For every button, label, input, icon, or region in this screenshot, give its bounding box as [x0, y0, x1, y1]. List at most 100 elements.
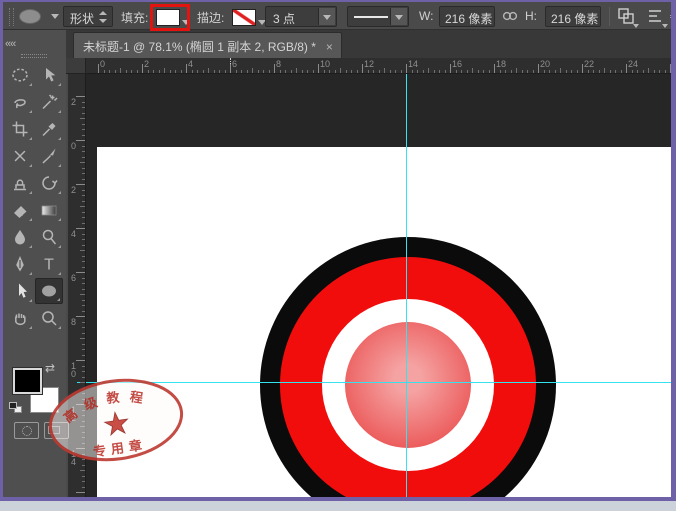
ruler-tick [82, 355, 85, 356]
height-input[interactable]: 216 像素 [545, 6, 601, 27]
ruler-tick [82, 481, 85, 482]
document-tab-bar: 未标题-1 @ 78.1% (椭圆 1 副本 2, RGB/8) *× [66, 30, 671, 58]
collapse-panel-button[interactable]: «« [5, 38, 15, 50]
ruler-label: 2 [144, 59, 149, 69]
ruler-tick [236, 70, 237, 73]
ruler-tick [82, 278, 85, 279]
ruler-tick [181, 70, 182, 73]
ruler-tick [577, 70, 578, 73]
height-value: 216 像素 [551, 12, 598, 26]
ruler-tick [148, 70, 149, 73]
width-value: 216 像素 [445, 12, 492, 26]
eraser-tool[interactable] [6, 197, 34, 223]
ruler-corner[interactable] [66, 58, 86, 74]
ruler-tick [82, 333, 85, 334]
options-bar-grip[interactable] [9, 8, 14, 26]
quick-mask-button[interactable] [14, 422, 39, 439]
window-border-right [671, 0, 676, 500]
link-dimensions-icon[interactable] [501, 8, 519, 24]
spot-healing-brush-tool[interactable] [6, 143, 34, 169]
path-alignment-button[interactable] [644, 6, 666, 27]
ellipse-tool[interactable] [35, 278, 63, 304]
ruler-tick [82, 157, 85, 158]
ruler-tick [494, 64, 495, 73]
pen-tool[interactable] [6, 251, 34, 277]
ruler-tick [208, 68, 209, 73]
zoom-tool[interactable] [35, 305, 63, 331]
horizontal-ruler[interactable]: 024681012141618202224 [86, 58, 671, 74]
ruler-tick [82, 195, 85, 196]
stroke-color-swatch[interactable] [232, 9, 256, 26]
default-colors-icon[interactable] [9, 402, 23, 414]
crop-tool[interactable] [6, 116, 34, 142]
ruler-label: 18 [496, 59, 506, 69]
ruler-tick [82, 201, 85, 202]
ruler-tick [313, 70, 314, 73]
path-operations-button[interactable] [615, 6, 637, 27]
stroke-width-field[interactable]: 3 点 [265, 6, 337, 27]
swap-colors-icon[interactable]: ⇄ [45, 361, 55, 375]
tools-panel-grip[interactable] [21, 54, 47, 58]
width-input[interactable]: 216 像素 [439, 6, 495, 27]
stroke-style-select[interactable] [347, 6, 409, 27]
active-document-tab[interactable]: 未标题-1 @ 78.1% (椭圆 1 副本 2, RGB/8) *× [73, 32, 342, 58]
ruler-tick [346, 70, 347, 73]
svg-text:T: T [44, 257, 54, 274]
ruler-tick [483, 70, 484, 73]
ruler-tick [456, 70, 457, 73]
ruler-tick [390, 70, 391, 73]
gradient-tool[interactable] [35, 197, 63, 223]
ruler-tick [604, 68, 605, 73]
ruler-tick [395, 70, 396, 73]
ruler-tick [621, 70, 622, 73]
ruler-tick [241, 70, 242, 73]
ruler-tick [82, 377, 85, 378]
no-color-icon [233, 10, 255, 25]
hand-tool[interactable] [6, 305, 34, 331]
ruler-tick [588, 70, 589, 73]
tool-preset-dropdown-icon[interactable] [51, 14, 59, 19]
ruler-tick [82, 151, 85, 152]
clone-stamp-tool[interactable] [6, 170, 34, 196]
window-border-left [0, 0, 3, 500]
pick-tool-mode-select[interactable]: 形状 [63, 6, 113, 27]
ruler-tick [445, 70, 446, 73]
ruler-tick [648, 68, 649, 73]
ruler-tick [566, 70, 567, 73]
ruler-label: 2 [71, 186, 76, 194]
ruler-tick [126, 70, 127, 73]
magic-wand-tool[interactable] [35, 89, 63, 115]
ruler-tick [522, 70, 523, 73]
ruler-tick [131, 70, 132, 73]
ruler-tick [615, 70, 616, 73]
eyedropper-tool[interactable] [35, 116, 63, 142]
type-tool[interactable]: T [35, 251, 63, 277]
tools-grid: T [6, 62, 64, 332]
tab-close-button[interactable]: × [326, 40, 333, 54]
foreground-color-swatch[interactable] [13, 368, 42, 394]
history-brush-tool[interactable] [35, 170, 63, 196]
ruler-tick [80, 470, 85, 471]
brush-tool[interactable] [35, 143, 63, 169]
dodge-tool[interactable] [35, 224, 63, 250]
ruler-tick [82, 322, 85, 323]
ruler-tick [120, 68, 121, 73]
elliptical-marquee-tool[interactable] [6, 62, 34, 88]
ruler-tick [82, 102, 85, 103]
path-selection-tool[interactable] [6, 278, 34, 304]
ruler-tick [82, 234, 85, 235]
ruler-tick [186, 64, 187, 73]
vertical-guide[interactable] [406, 74, 407, 497]
stroke-style-dropdown[interactable] [390, 8, 407, 25]
window-border-top [0, 0, 676, 2]
lasso-tool[interactable] [6, 89, 34, 115]
move-tool[interactable] [35, 62, 63, 88]
ruler-label: 0 [100, 59, 105, 69]
tool-preset-button[interactable] [19, 7, 49, 27]
ruler-tick [82, 223, 85, 224]
stroke-width-dropdown[interactable] [318, 8, 335, 25]
ruler-label: 10 [320, 59, 330, 69]
blur-tool[interactable] [6, 224, 34, 250]
ruler-tick [80, 118, 85, 119]
ellipse-preset-icon [19, 9, 41, 24]
